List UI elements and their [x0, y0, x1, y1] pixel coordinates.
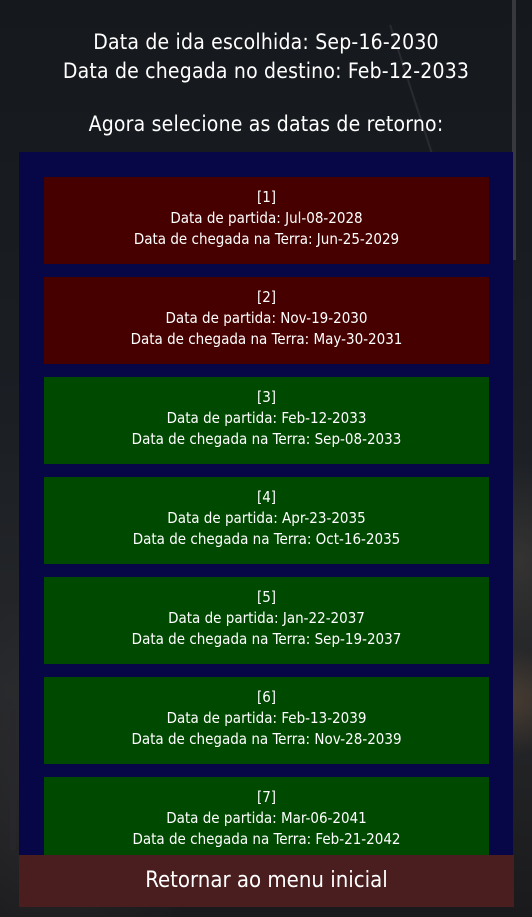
- option-earth-arrival-date: Data de chegada na Terra: Feb-21-2042: [132, 830, 401, 848]
- return-option-3[interactable]: [3] Data de partida: Feb-12-2033 Data de…: [44, 377, 489, 464]
- option-departure-date: Data de partida: Feb-13-2039: [166, 709, 367, 727]
- option-earth-arrival-date: Data de chegada na Terra: Jun-25-2029: [133, 230, 400, 248]
- chosen-departure-date: Data de ida escolhida: Sep-16-2030: [93, 30, 439, 54]
- option-departure-date: Data de partida: Nov-19-2030: [165, 309, 368, 327]
- option-index: [3]: [256, 388, 277, 406]
- destination-arrival-date: Data de chegada no destino: Feb-12-2033: [62, 59, 470, 83]
- option-index: [5]: [256, 588, 277, 606]
- option-earth-arrival-date: Data de chegada na Terra: Sep-19-2037: [131, 630, 402, 648]
- option-earth-arrival-date: Data de chegada na Terra: Sep-08-2033: [131, 430, 402, 448]
- option-departure-date: Data de partida: Jul-08-2028: [170, 209, 363, 227]
- option-departure-date: Data de partida: Feb-12-2033: [166, 409, 367, 427]
- option-earth-arrival-date: Data de chegada na Terra: May-30-2031: [130, 330, 403, 348]
- option-departure-date: Data de partida: Mar-06-2041: [166, 809, 367, 827]
- return-to-main-menu-button[interactable]: Retornar ao menu inicial: [19, 855, 514, 907]
- return-option-5[interactable]: [5] Data de partida: Jan-22-2037 Data de…: [44, 577, 489, 664]
- return-option-4[interactable]: [4] Data de partida: Apr-23-2035 Data de…: [44, 477, 489, 564]
- return-options-list[interactable]: [1] Data de partida: Jul-08-2028 Data de…: [19, 152, 513, 855]
- option-departure-date: Data de partida: Apr-23-2035: [167, 509, 366, 527]
- return-option-7[interactable]: [7] Data de partida: Mar-06-2041 Data de…: [44, 777, 489, 855]
- return-option-1[interactable]: [1] Data de partida: Jul-08-2028 Data de…: [44, 177, 489, 264]
- option-earth-arrival-date: Data de chegada na Terra: Nov-28-2039: [131, 730, 402, 748]
- background-tower: [10, 710, 16, 850]
- option-index: [7]: [256, 788, 277, 806]
- return-instruction: Agora selecione as datas de retorno:: [88, 112, 444, 136]
- option-index: [2]: [256, 288, 277, 306]
- option-index: [4]: [256, 488, 277, 506]
- option-index: [6]: [256, 688, 277, 706]
- option-earth-arrival-date: Data de chegada na Terra: Oct-16-2035: [132, 530, 401, 548]
- selection-summary: Data de ida escolhida: Sep-16-2030 Data …: [0, 28, 532, 139]
- option-departure-date: Data de partida: Jan-22-2037: [168, 609, 365, 627]
- return-option-2[interactable]: [2] Data de partida: Nov-19-2030 Data de…: [44, 277, 489, 364]
- option-index: [1]: [256, 188, 277, 206]
- return-option-6[interactable]: [6] Data de partida: Feb-13-2039 Data de…: [44, 677, 489, 764]
